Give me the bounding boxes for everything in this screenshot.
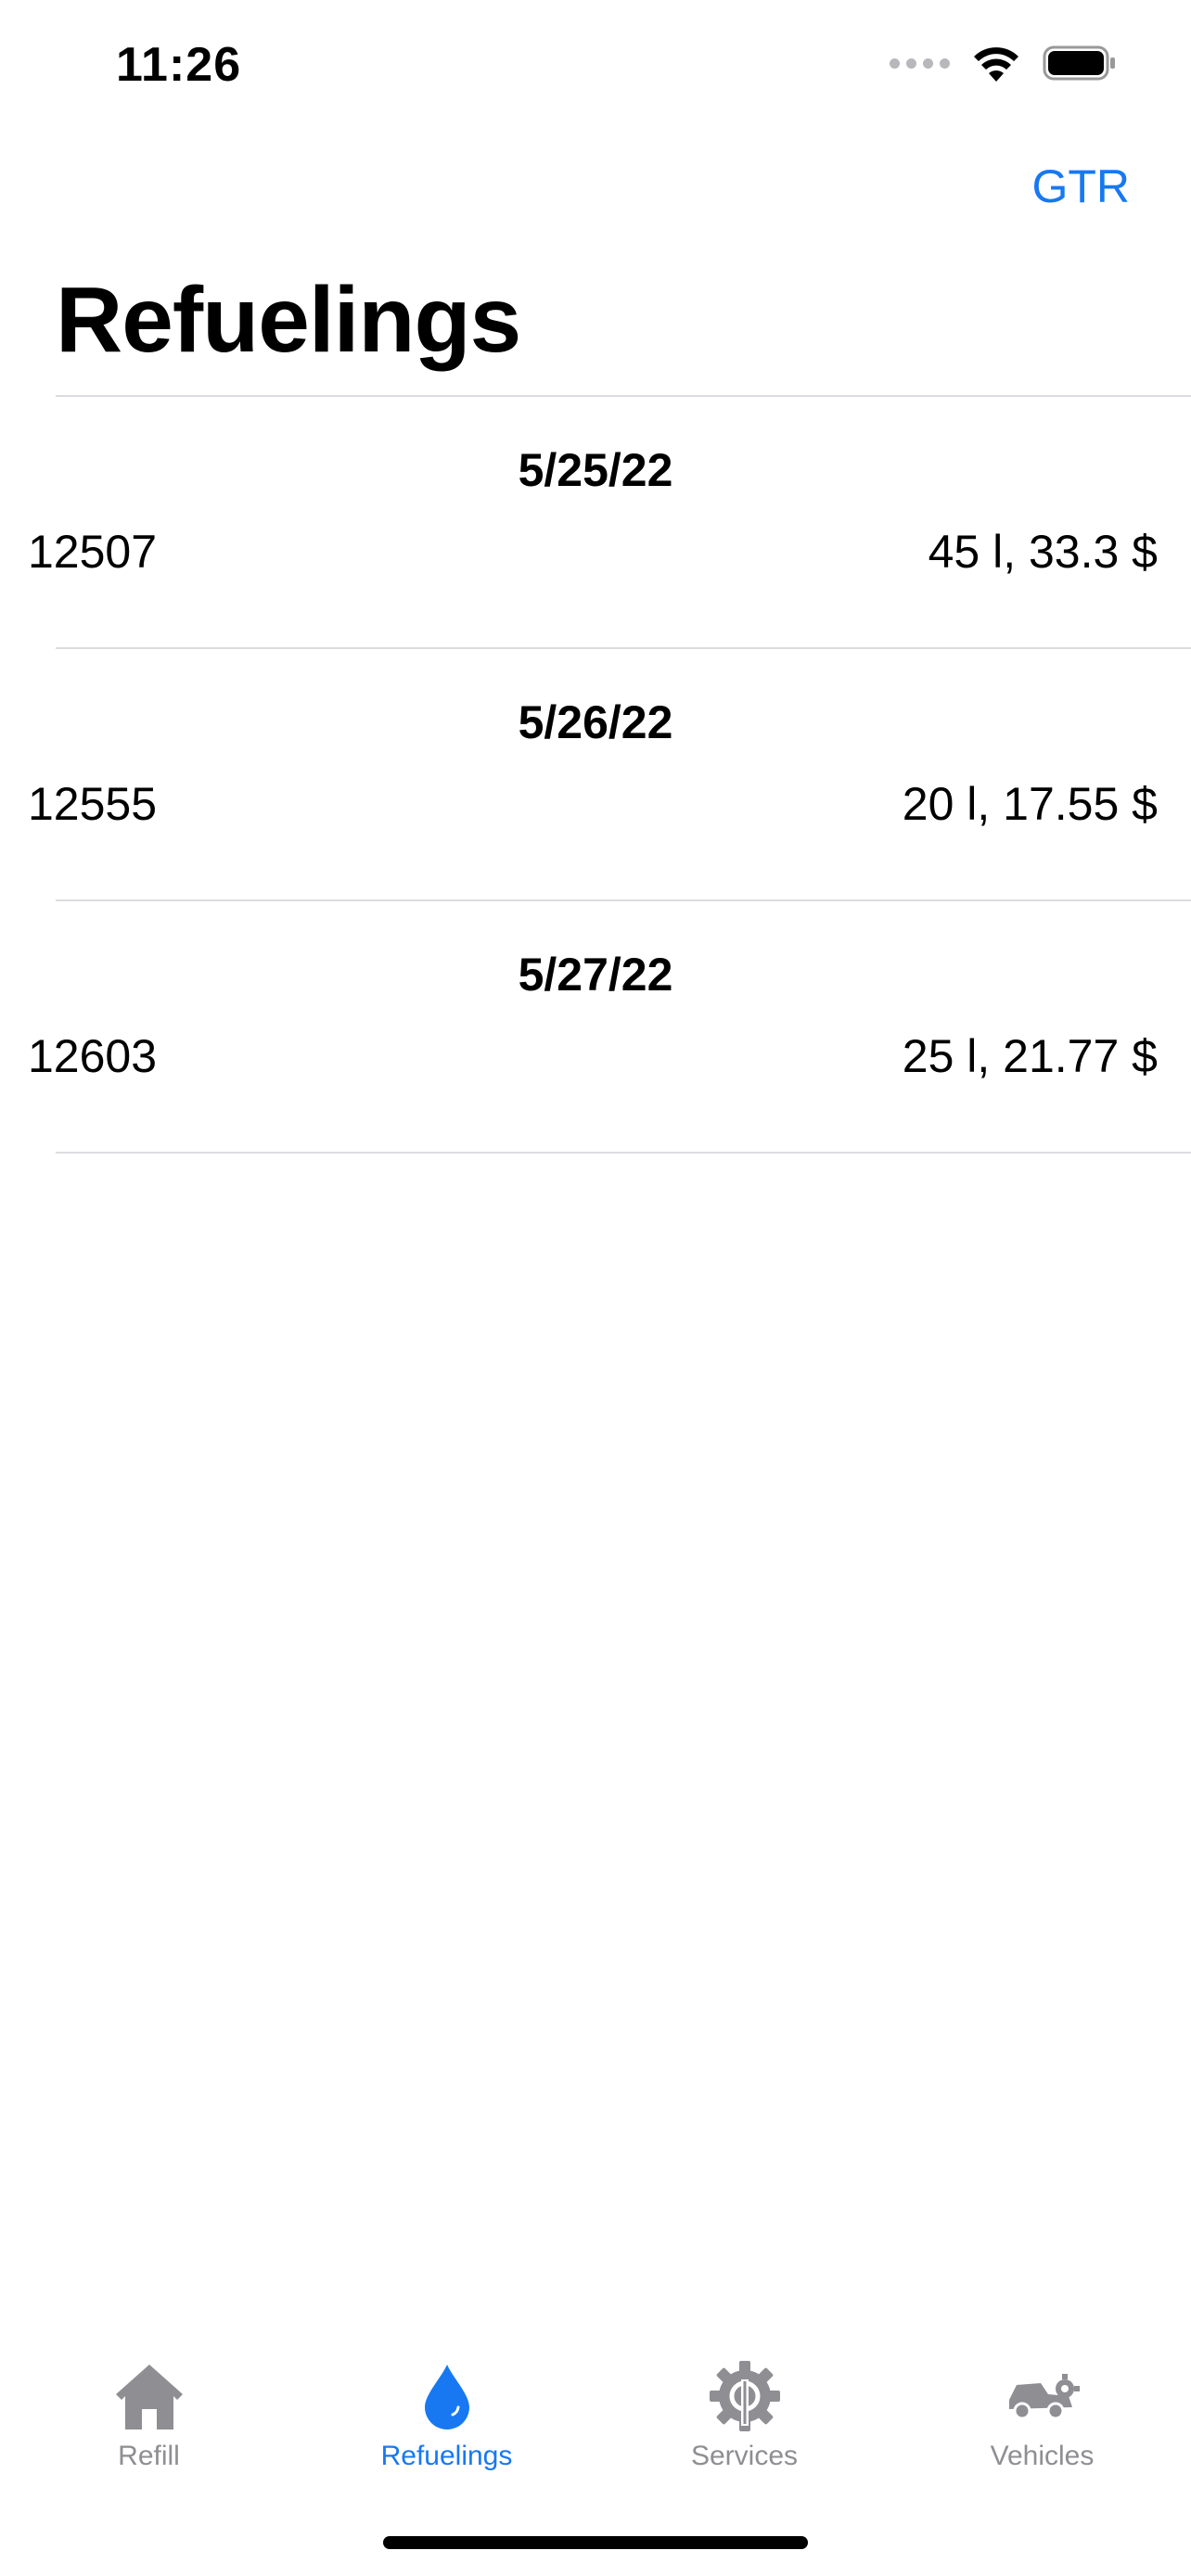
refueling-date: 5/25/22 — [518, 444, 673, 496]
list-item[interactable]: 5/25/22 12507 45 l, 33.3 $ — [0, 397, 1191, 647]
status-time: 11:26 — [116, 38, 242, 92]
tab-label: Refill — [118, 2441, 180, 2471]
wifi-icon — [972, 45, 1020, 82]
refueling-date: 5/27/22 — [518, 949, 673, 1001]
tab-bar: Refill Refuelings Services Vehicles — [0, 2337, 1191, 2485]
tab-label: Vehicles — [990, 2441, 1095, 2471]
battery-icon — [1043, 45, 1117, 82]
refueling-date: 5/26/22 — [518, 696, 673, 748]
tab-label: Services — [690, 2441, 799, 2471]
list-item[interactable]: 5/26/22 12555 20 l, 17.55 $ — [0, 649, 1191, 899]
refueling-summary: 25 l, 21.77 $ — [902, 1030, 1158, 1082]
home-indicator[interactable] — [383, 2536, 808, 2549]
tab-label: Refuelings — [380, 2441, 513, 2471]
tab-refuelings[interactable]: Refuelings — [298, 2337, 596, 2485]
cellular-signal-icon — [890, 57, 950, 69]
drop-icon — [405, 2359, 489, 2433]
status-icons — [890, 45, 1117, 82]
tab-refill[interactable]: Refill — [0, 2337, 298, 2485]
divider — [56, 1152, 1191, 1154]
refueling-summary: 45 l, 33.3 $ — [928, 526, 1158, 578]
page-title: Refuelings — [56, 268, 521, 372]
refueling-odometer: 12555 — [28, 778, 158, 830]
tab-vehicles[interactable]: Vehicles — [893, 2337, 1191, 2485]
vehicle-selector-button[interactable]: GTR — [1031, 159, 1130, 213]
refueling-odometer: 12603 — [28, 1030, 158, 1082]
status-bar: 11:26 — [0, 0, 1191, 139]
refuelings-screen: 11:26 GTR Refuelings 5/25/22 12507 45 l,… — [0, 0, 1191, 2576]
gear-wrench-icon — [703, 2359, 787, 2433]
list-item[interactable]: 5/27/22 12603 25 l, 21.77 $ — [0, 901, 1191, 1152]
refueling-summary: 20 l, 17.55 $ — [902, 778, 1158, 830]
refueling-odometer: 12507 — [28, 526, 158, 578]
tab-services[interactable]: Services — [596, 2337, 893, 2485]
house-icon — [108, 2359, 191, 2433]
refuelings-list: 5/25/22 12507 45 l, 33.3 $ 5/26/22 12555… — [0, 395, 1191, 1154]
car-icon — [1001, 2359, 1084, 2433]
